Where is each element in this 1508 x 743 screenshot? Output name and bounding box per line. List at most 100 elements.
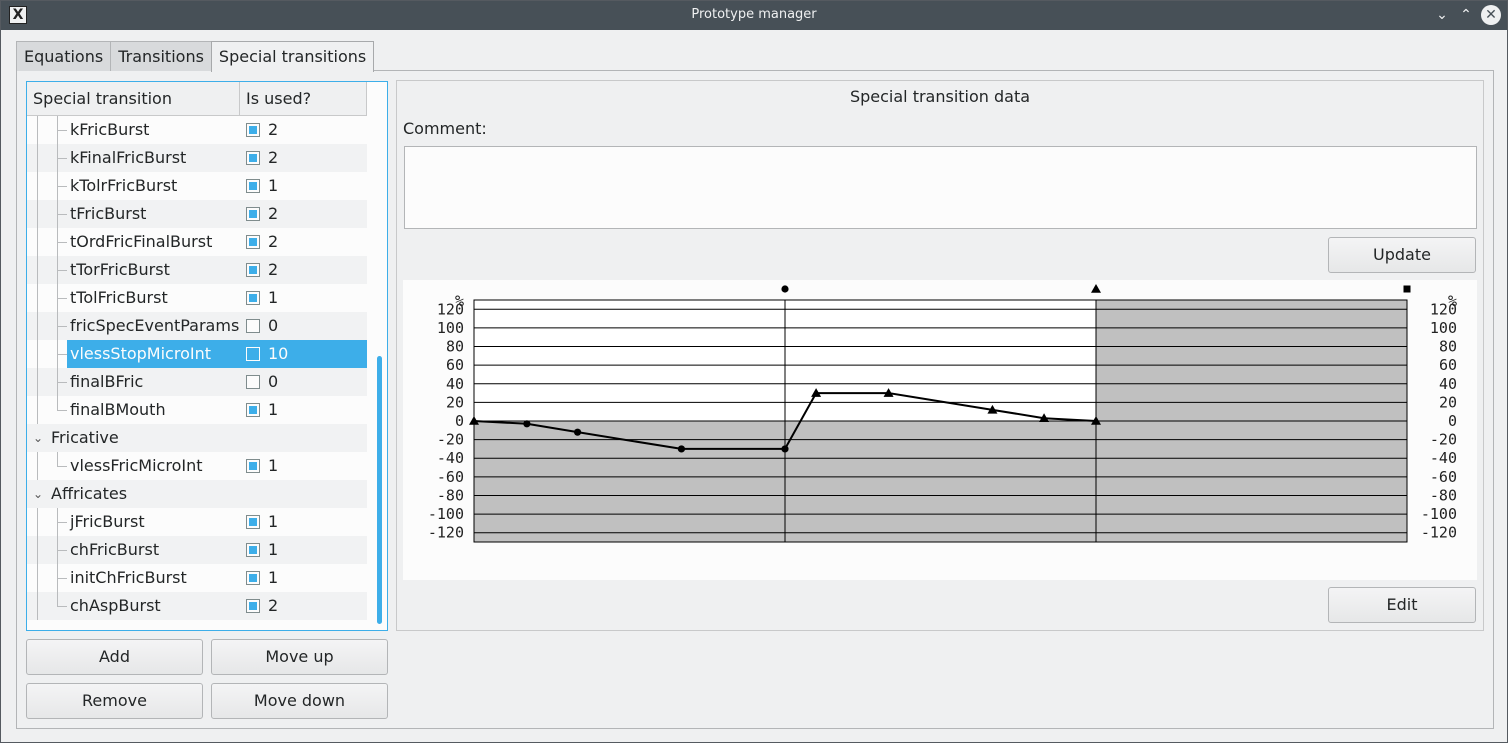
is-used-checkbox[interactable] (246, 571, 260, 585)
tree-row[interactable]: tTorFricBurst 2 (27, 256, 367, 284)
y-tick-label: -120 (428, 524, 464, 542)
tree-row[interactable]: initChFricBurst 1 (27, 564, 367, 592)
tree-row[interactable]: chFricBurst 1 (27, 536, 367, 564)
move-up-button[interactable]: Move up (211, 639, 388, 675)
move-down-button[interactable]: Move down (211, 683, 388, 719)
is-used-cell: 2 (240, 228, 367, 256)
is-used-cell: 1 (240, 284, 367, 312)
tree-item-label: vlessStopMicroInt (67, 340, 240, 368)
comment-textarea[interactable] (404, 146, 1477, 229)
is-used-checkbox[interactable] (246, 319, 260, 333)
tree-row[interactable]: jFricBurst 1 (27, 508, 367, 536)
tree-guide-line (37, 228, 38, 256)
tree-item-label: jFricBurst (70, 512, 145, 531)
is-used-checkbox[interactable] (246, 207, 260, 221)
usage-count: 10 (268, 344, 289, 363)
tree-guide-line (57, 214, 67, 215)
transition-chart-svg[interactable]: % %120 120100 10080 8060 6040 4020 200 0-20 -20-4… (403, 280, 1477, 580)
transition-chart[interactable]: %% 120 120 100 100 80 80 60 60 40 40 20 20 0 0 -20 -20 -4… (403, 280, 1477, 580)
y-tick-label: 40 (446, 375, 464, 393)
remove-button[interactable]: Remove (26, 683, 203, 719)
is-used-checkbox[interactable] (246, 375, 260, 389)
tree-guide-line (57, 298, 67, 299)
tree-row[interactable]: finalBMouth 1 (27, 396, 367, 424)
is-used-checkbox[interactable] (246, 403, 260, 417)
add-button[interactable]: Add (26, 639, 203, 675)
minimize-chevron-down-icon[interactable]: ⌄ (1432, 5, 1452, 25)
tab-bar: Equations Transitions Special transition… (16, 41, 375, 72)
tab-equations[interactable]: Equations (16, 41, 112, 71)
tree-guide-line (37, 116, 38, 144)
tree-guide-line (37, 592, 38, 620)
tree-guide-line (57, 578, 67, 579)
tree-row[interactable]: tFricBurst 2 (27, 200, 367, 228)
tree-row[interactable]: vlessFricMicroInt 1 (27, 452, 367, 480)
is-used-cell: 1 (240, 536, 367, 564)
tree-item-label: fricSpecEventParams (70, 316, 240, 335)
y-tick-label: -60 (437, 468, 464, 486)
is-used-checkbox[interactable] (246, 347, 260, 361)
is-used-checkbox[interactable] (246, 179, 260, 193)
is-used-checkbox[interactable] (246, 459, 260, 473)
update-button[interactable]: Update (1328, 237, 1476, 273)
edit-button[interactable]: Edit (1328, 587, 1476, 623)
tree-row[interactable]: kTolrFricBurst 1 (27, 172, 367, 200)
close-icon[interactable]: ✕ (1481, 5, 1501, 25)
tree-guide-line (57, 466, 67, 467)
special-transition-tree[interactable]: Special transition Is used? kFricBurst 2 k… (26, 81, 388, 631)
y-tick-label: -40 (1430, 449, 1457, 467)
tree-row[interactable]: kFinalFricBurst 2 (27, 144, 367, 172)
is-used-cell: 2 (240, 116, 367, 144)
tree-group-row[interactable]: ⌄ Fricative (27, 424, 367, 452)
is-used-checkbox[interactable] (246, 263, 260, 277)
is-used-checkbox[interactable] (246, 599, 260, 613)
tree-row[interactable]: tOrdFricFinalBurst 2 (27, 228, 367, 256)
tree-guide-line (57, 186, 67, 187)
tree-guide-line (37, 172, 38, 200)
usage-count: 1 (268, 456, 279, 475)
is-used-checkbox[interactable] (246, 291, 260, 305)
column-header-is-used[interactable]: Is used? (240, 82, 367, 116)
maximize-chevron-up-icon[interactable]: ⌃ (1456, 5, 1476, 25)
y-tick-label: -100 (1421, 505, 1457, 523)
tree-guide-line (37, 368, 38, 396)
tree-row[interactable]: kFricBurst 2 (27, 116, 367, 144)
scrollbar-thumb[interactable] (377, 356, 382, 624)
tab-transitions[interactable]: Transitions (110, 41, 212, 71)
tree-item-label: chAspBurst (70, 596, 161, 615)
panel-title: Special transition data (849, 87, 1031, 106)
tree-row[interactable]: finalBFric 0 (27, 368, 367, 396)
tree-row[interactable]: fricSpecEventParams 0 (27, 312, 367, 340)
tree-row[interactable]: vlessStopMicroInt 10 (27, 340, 367, 368)
column-header-special-transition[interactable]: Special transition (27, 82, 240, 116)
tree-item-label: kFricBurst (70, 120, 150, 139)
title-bar[interactable]: X Prototype manager ⌄ ⌃ ✕ (1, 1, 1507, 30)
app-window: X Prototype manager ⌄ ⌃ ✕ Equations Tran… (0, 0, 1508, 743)
tab-special-transitions[interactable]: Special transitions (210, 41, 375, 72)
tree-guide-line (57, 550, 67, 551)
y-tick-label: 40 (1439, 375, 1457, 393)
tree-row[interactable]: tTolFricBurst 1 (27, 284, 367, 312)
is-used-checkbox[interactable] (246, 123, 260, 137)
is-used-cell: 1 (240, 508, 367, 536)
is-used-checkbox[interactable] (246, 515, 260, 529)
is-used-cell: 1 (240, 452, 367, 480)
tree-item-label: tTorFricBurst (70, 260, 170, 279)
usage-count: 1 (268, 288, 279, 307)
tree-guide-line (37, 200, 38, 228)
is-used-checkbox[interactable] (246, 151, 260, 165)
window-title: Prototype manager (691, 7, 817, 22)
tree-guide-line (57, 592, 58, 606)
tree-row[interactable]: chAspBurst 2 (27, 592, 367, 620)
y-tick-label: 20 (1439, 393, 1457, 411)
is-used-checkbox[interactable] (246, 235, 260, 249)
is-used-checkbox[interactable] (246, 543, 260, 557)
tree-group-row[interactable]: ⌄ Affricates (27, 480, 367, 508)
is-used-cell: 2 (240, 200, 367, 228)
chevron-down-icon[interactable]: ⌄ (33, 480, 43, 508)
tree-guide-line (37, 256, 38, 284)
usage-count: 1 (268, 540, 279, 559)
tree-scrollbar[interactable] (370, 82, 387, 630)
usage-count: 2 (268, 260, 279, 279)
chevron-down-icon[interactable]: ⌄ (33, 424, 43, 452)
